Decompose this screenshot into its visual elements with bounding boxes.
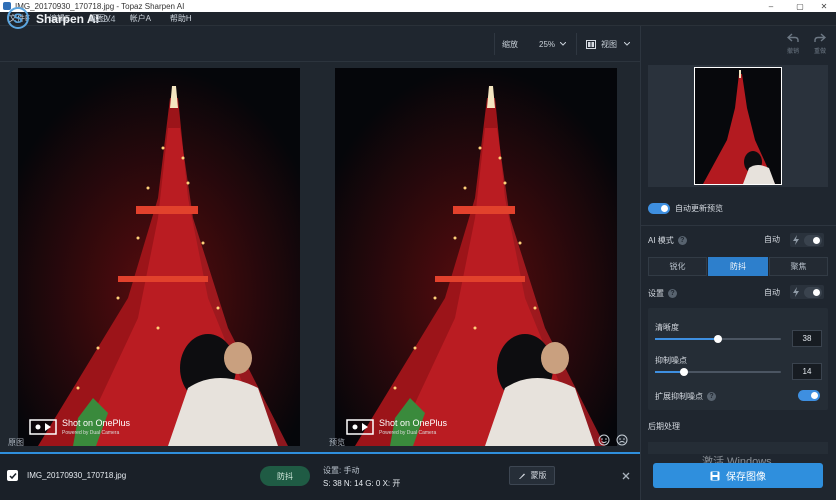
chevron-down-icon — [624, 42, 630, 46]
brand-logo-icon: S — [7, 7, 29, 29]
thumbnail-photo — [703, 70, 775, 184]
mode-badge: 防抖 — [260, 466, 310, 486]
title-bar: IMG_20170930_170718.jpg - Topaz Sharpen … — [0, 0, 836, 12]
extend-noise-label: 扩展抑制噪点 — [655, 391, 703, 401]
split-view-icon — [586, 39, 596, 49]
mode-sharpen-tab[interactable]: 锐化 — [648, 257, 707, 276]
ai-mode-auto-toggle[interactable] — [790, 233, 824, 247]
settings-summary: 设置: 手动 — [323, 466, 360, 475]
save-image-label: 保存图像 — [726, 472, 766, 483]
zoom-control[interactable]: 缩放 25% — [494, 33, 568, 55]
auto-update-preview-toggle[interactable] — [648, 202, 670, 214]
noise-slider-thumb[interactable] — [680, 368, 688, 376]
navigator-thumbnail[interactable] — [694, 67, 782, 185]
view-control[interactable]: 视图 — [576, 33, 640, 55]
toggle-switch — [804, 234, 822, 246]
file-checkbox[interactable] — [7, 470, 18, 481]
save-image-button[interactable]: 保存图像 — [653, 463, 823, 488]
file-name: IMG_20170930_170718.jpg — [27, 471, 127, 480]
noise-slider[interactable] — [655, 368, 781, 376]
divider — [640, 225, 836, 226]
original-caption: 原图 — [8, 438, 24, 447]
sharpness-slider-thumb[interactable] — [714, 335, 722, 343]
zoom-value: 25% — [539, 39, 556, 49]
sharpness-label: 清晰度 — [655, 323, 679, 332]
redo-button[interactable]: 重做 — [810, 33, 830, 55]
brand-name: Sharpen AI — [36, 12, 99, 26]
help-icon[interactable]: ? — [707, 391, 716, 401]
undo-icon — [786, 33, 799, 42]
auto-update-preview-row: 自动更新预览 — [648, 201, 828, 215]
lightning-icon — [793, 235, 799, 245]
check-icon — [8, 472, 17, 479]
zoom-label: 缩放 — [502, 39, 518, 49]
undo-label: 撤销 — [786, 49, 799, 55]
redo-label: 重做 — [813, 49, 826, 55]
noise-label: 抑制噪点 — [655, 356, 687, 365]
post-processing-label: 后期处理 — [648, 422, 680, 431]
window-title: IMG_20170930_170718.jpg - Topaz Sharpen … — [15, 1, 185, 11]
frown-feedback-icon[interactable] — [616, 434, 628, 446]
mask-button[interactable]: 蒙版 — [509, 466, 555, 485]
tower-photo-original — [18, 68, 300, 446]
photo-watermark-sub: Powered by Dual Camera — [62, 430, 120, 436]
auto-update-preview-label: 自动更新预览 — [675, 203, 723, 213]
close-window-button[interactable]: ✕ — [813, 0, 835, 12]
menu-help[interactable]: 帮助H — [170, 13, 192, 24]
save-icon — [710, 471, 720, 480]
mode-focus-tab[interactable]: 聚焦 — [769, 257, 828, 276]
settings-auto-toggle[interactable] — [790, 285, 824, 299]
settings-auto-label: 自动 — [764, 288, 780, 297]
minimize-button[interactable]: – — [760, 0, 782, 12]
help-icon[interactable]: ? — [677, 236, 687, 245]
toggle-switch — [804, 286, 822, 298]
settings-label: 设置 — [648, 288, 664, 298]
view-label: 视图 — [601, 39, 617, 49]
sharpness-value-input[interactable]: 38 — [792, 330, 822, 347]
tower-photo-preview — [335, 68, 617, 446]
ai-mode-label: AI 模式 — [648, 236, 674, 245]
ai-mode-auto-label: 自动 — [764, 235, 780, 244]
extend-noise-toggle[interactable] — [798, 390, 820, 401]
brush-icon — [518, 473, 525, 479]
remove-file-icon[interactable] — [622, 472, 630, 480]
redo-icon — [814, 33, 827, 42]
preview-caption: 预览 — [329, 438, 345, 447]
lightning-icon — [793, 287, 799, 297]
smile-feedback-icon[interactable] — [598, 434, 610, 446]
restore-button[interactable]: ▢ — [789, 0, 811, 12]
menu-bar: 文件F 编辑E 视图V 帐户A 帮助H — [0, 12, 836, 26]
brand-version: v2.2.4 — [91, 14, 116, 24]
original-image[interactable]: Shot on OnePlus Powered by Dual Camera — [18, 68, 300, 446]
preview-image[interactable]: Shot on OnePlus Powered by Dual Camera — [335, 68, 617, 446]
photo-watermark-sub: Powered by Dual Camera — [379, 430, 437, 436]
noise-value-input[interactable]: 14 — [792, 363, 822, 380]
sharpness-slider[interactable] — [655, 335, 781, 343]
mode-stabilize-tab[interactable]: 防抖 — [708, 257, 768, 276]
undo-button[interactable]: 撤销 — [783, 33, 803, 55]
help-icon[interactable]: ? — [668, 288, 677, 298]
photo-watermark-title: Shot on OnePlus — [62, 418, 131, 428]
photo-watermark-title: Shot on OnePlus — [379, 418, 448, 428]
menu-account[interactable]: 帐户A — [130, 13, 151, 24]
sharpness-slider-fill — [655, 338, 718, 340]
settings-values: S: 38 N: 14 G: 0 X: 开 — [323, 479, 401, 488]
mask-button-label: 蒙版 — [530, 471, 547, 480]
chevron-down-icon — [560, 42, 567, 46]
